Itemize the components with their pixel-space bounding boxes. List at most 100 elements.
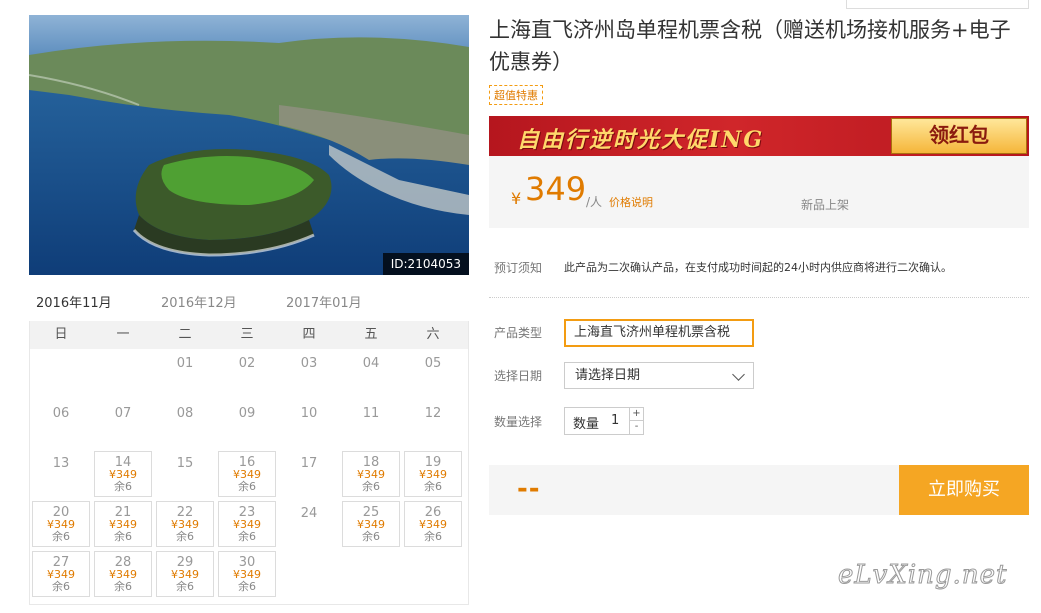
calendar-day-number: 04 xyxy=(362,356,380,371)
calendar-day: 07 xyxy=(92,399,154,449)
calendar-day-stock: 余6 xyxy=(238,480,256,493)
price-unit: /人 xyxy=(586,195,603,209)
calendar-day-available[interactable]: 18 ¥349 余6 xyxy=(342,451,400,497)
calendar-day: 06 xyxy=(30,399,92,449)
calendar-grid: 01 02 03 04 05 06 07 08 09 10 11 12 13 14 ¥349 余6 15 16 ¥3… xyxy=(30,349,468,599)
calendar-day-stock: 余6 xyxy=(176,580,194,593)
calendar: 日 一 二 三 四 五 六 01 02 03 04 05 06 07 08 09 10 11 12 13… xyxy=(29,321,469,605)
weekday-label: 五 xyxy=(364,327,378,342)
calendar-weekday-header: 日 一 二 三 四 五 六 xyxy=(30,321,468,349)
calendar-day-available[interactable]: 25 ¥349 余6 xyxy=(342,501,400,547)
calendar-day-stock: 余6 xyxy=(424,480,442,493)
calendar-day: 08 xyxy=(154,399,216,449)
calendar-day-number: 10 xyxy=(300,406,318,421)
calendar-day-available[interactable]: 28 ¥349 余6 xyxy=(94,551,152,597)
calendar-day-available[interactable]: 16 ¥349 余6 xyxy=(218,451,276,497)
buy-now-button[interactable]: 立即购买 xyxy=(899,465,1029,515)
quantity-value[interactable]: 1 xyxy=(611,413,619,428)
calendar-day-available[interactable]: 14 ¥349 余6 xyxy=(94,451,152,497)
calendar-day-number: 24 xyxy=(300,506,318,521)
calendar-day-number: 03 xyxy=(300,356,318,371)
calendar-day-available[interactable]: 19 ¥349 余6 xyxy=(404,451,462,497)
calendar-day: 15 xyxy=(154,449,216,499)
product-photo: ID:2104053 xyxy=(29,15,469,275)
quantity-inner-label: 数量 xyxy=(573,417,600,432)
price-value: 349 xyxy=(525,170,587,208)
product-type-option[interactable]: 上海直飞济州单程机票含税 xyxy=(564,319,754,347)
get-red-packet-button[interactable]: 领红包 xyxy=(891,118,1027,154)
quantity-label: 数量选择 xyxy=(494,415,543,429)
booking-notice-text: 此产品为二次确认产品，在支付成功时间起的24小时内供应商将进行二次确认。 xyxy=(564,261,952,274)
calendar-day-stock: 余6 xyxy=(176,530,194,543)
calendar-day-number: 01 xyxy=(176,356,194,371)
quantity-plus-button[interactable]: + xyxy=(629,408,643,421)
calendar-day: 05 xyxy=(402,349,464,399)
calendar-day-stock: 余6 xyxy=(52,580,70,593)
calendar-day-available[interactable]: 27 ¥349 余6 xyxy=(32,551,90,597)
calendar-day-available[interactable]: 26 ¥349 余6 xyxy=(404,501,462,547)
price-note-link[interactable]: 价格说明 xyxy=(609,194,653,210)
calendar-day: 01 xyxy=(154,349,216,399)
calendar-day-number: 13 xyxy=(52,456,70,471)
calendar-day: 04 xyxy=(340,349,402,399)
quantity-stepper[interactable]: 数量 1 + - xyxy=(564,407,644,435)
month-tabs: 2016年11月 2016年12月 2017年01月 xyxy=(29,290,469,324)
calendar-day-number: 05 xyxy=(424,356,442,371)
calendar-day-stock: 余6 xyxy=(238,580,256,593)
calendar-day: 09 xyxy=(216,399,278,449)
calendar-day-stock: 余6 xyxy=(238,530,256,543)
calendar-day-number: 17 xyxy=(300,456,318,471)
date-select[interactable]: 请选择日期 xyxy=(564,362,754,389)
tab-month-1[interactable]: 2016年11月 xyxy=(36,290,120,324)
weekday-label: 二 xyxy=(178,327,192,342)
total-price: -- xyxy=(517,474,541,504)
calendar-day-number: 07 xyxy=(114,406,132,421)
calendar-day-stock: 余6 xyxy=(114,480,132,493)
calendar-day: 02 xyxy=(216,349,278,399)
product-type-label: 产品类型 xyxy=(494,326,543,340)
watermark: eLvXing.net xyxy=(837,560,1008,591)
date-select-value: 请选择日期 xyxy=(575,368,641,383)
weekday-label: 一 xyxy=(116,327,130,342)
weekday-label: 日 xyxy=(54,327,68,342)
quantity-minus-button[interactable]: - xyxy=(629,421,643,434)
tab-month-3[interactable]: 2017年01月 xyxy=(286,290,362,324)
tab-month-2[interactable]: 2016年12月 xyxy=(161,290,237,324)
calendar-day-number: 15 xyxy=(176,456,194,471)
divider xyxy=(489,297,1029,298)
calendar-day-stock: 余6 xyxy=(52,530,70,543)
calendar-day-stock: 余6 xyxy=(362,480,380,493)
calendar-day-available[interactable]: 22 ¥349 余6 xyxy=(156,501,214,547)
calendar-day-available[interactable]: 23 ¥349 余6 xyxy=(218,501,276,547)
weekday-label: 三 xyxy=(240,327,254,342)
calendar-day-stock: 余6 xyxy=(114,530,132,543)
calendar-day: 03 xyxy=(278,349,340,399)
calendar-day-number: 11 xyxy=(362,406,380,421)
weekday-label: 四 xyxy=(302,327,316,342)
calendar-day-number: 06 xyxy=(52,406,70,421)
calendar-day-number: 08 xyxy=(176,406,194,421)
promo-banner[interactable]: 自由行逆时光大促ING 领红包 xyxy=(489,116,1029,156)
calendar-day-stock: 余6 xyxy=(362,530,380,543)
product-title: 上海直飞济州岛单程机票含税（赠送机场接机服务+电子优惠券） xyxy=(489,18,1011,74)
calendar-day: 12 xyxy=(402,399,464,449)
chevron-down-icon xyxy=(732,368,745,381)
calendar-day-available[interactable]: 20 ¥349 余6 xyxy=(32,501,90,547)
buy-bar: -- 立即购买 xyxy=(489,465,1029,515)
calendar-day-available[interactable]: 21 ¥349 余6 xyxy=(94,501,152,547)
calendar-day: 11 xyxy=(340,399,402,449)
calendar-day-available[interactable]: 29 ¥349 余6 xyxy=(156,551,214,597)
calendar-day: 24 xyxy=(278,499,340,549)
calendar-day-number: 12 xyxy=(424,406,442,421)
calendar-day: 17 xyxy=(278,449,340,499)
calendar-day: 10 xyxy=(278,399,340,449)
top-box xyxy=(846,0,1029,9)
calendar-day-number: 09 xyxy=(238,406,256,421)
calendar-day-stock: 余6 xyxy=(114,580,132,593)
new-product-label: 新品上架 xyxy=(801,198,850,212)
calendar-empty-cell xyxy=(92,349,154,399)
calendar-day-available[interactable]: 30 ¥349 余6 xyxy=(218,551,276,597)
calendar-day-stock: 余6 xyxy=(424,530,442,543)
photo-id-label: ID:2104053 xyxy=(382,253,469,275)
date-label: 选择日期 xyxy=(494,369,543,383)
